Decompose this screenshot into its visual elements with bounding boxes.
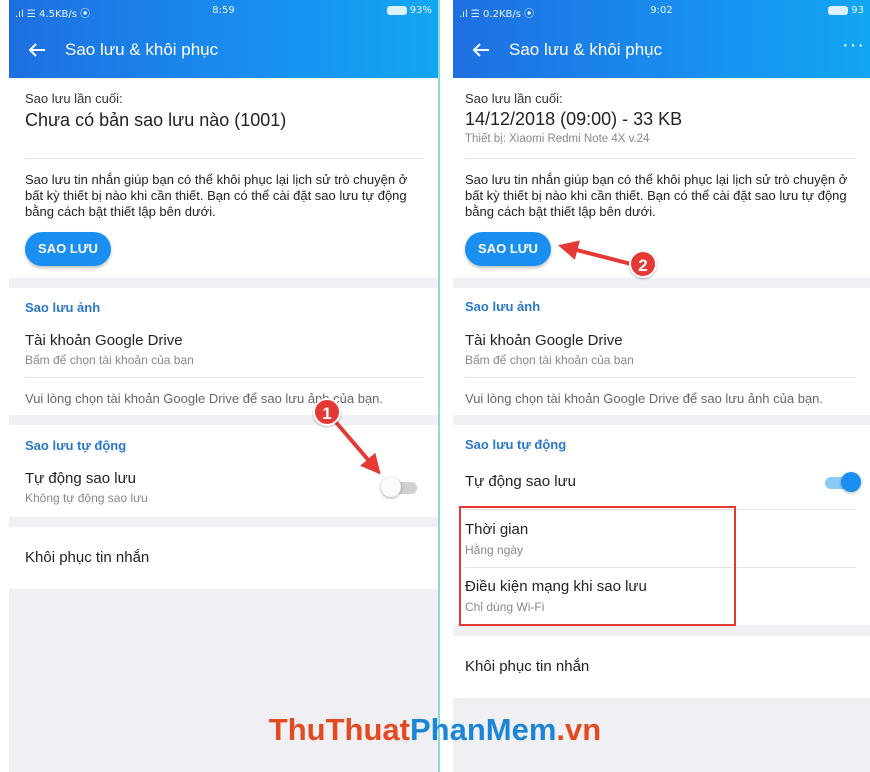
auto-backup-title: Tự động sao lưu: [465, 473, 576, 490]
backup-button[interactable]: SAO LƯU: [25, 232, 111, 266]
battery-status: 93: [828, 5, 864, 16]
battery-icon: [386, 5, 407, 15]
more-options-icon[interactable]: ···: [842, 35, 864, 61]
photo-backup-heading: Sao lưu ảnh: [465, 299, 541, 314]
watermark-part-3: .vn: [556, 712, 602, 747]
restore-messages-row[interactable]: Khôi phục tin nhắn: [453, 636, 870, 698]
gdrive-account-subtitle: Bấm để chọn tài khoản của bạn: [25, 353, 194, 367]
toggle-knob: [841, 472, 861, 492]
app-bar: Sao lưu & khôi phục: [9, 22, 438, 78]
auto-backup-toggle[interactable]: [381, 477, 419, 497]
backup-device: Thiết bị: Xiaomi Redmi Note 4X v.24: [465, 133, 650, 145]
clock: 9:02: [650, 5, 673, 16]
status-bar: .ıl ☰ 4.5KB/s ⦿ 8:59 93%: [9, 0, 438, 22]
phone-screen-right: .ıl ☰ 0.2KB/s ⦿ 9:02 93 Sao lưu & khôi p…: [453, 0, 870, 772]
restore-messages-label: Khôi phục tin nhắn: [25, 549, 150, 566]
step-2-badge: 2: [629, 250, 657, 278]
last-backup-label: Sao lưu lần cuối:: [465, 91, 563, 106]
photo-backup-card: Sao lưu ảnh Tài khoản Google Drive Bấm đ…: [9, 288, 438, 415]
auto-backup-title: Tự động sao lưu: [25, 470, 136, 487]
gdrive-account-subtitle: Bấm để chọn tài khoản của bạn: [465, 353, 634, 367]
toggle-knob: [381, 477, 401, 497]
clock: 8:59: [212, 5, 235, 16]
highlight-box: [459, 506, 736, 626]
gdrive-hint: Vui lòng chọn tài khoản Google Drive để …: [465, 391, 824, 406]
gdrive-account-title: Tài khoản Google Drive: [25, 332, 183, 349]
restore-messages-label: Khôi phục tin nhắn: [465, 658, 590, 675]
page-title: Sao lưu & khôi phục: [65, 40, 219, 59]
last-backup-label: Sao lưu lần cuối:: [25, 91, 123, 106]
photo-backup-card: Sao lưu ảnh Tài khoản Google Drive Bấm đ…: [453, 288, 870, 415]
backup-description: Sao lưu tin nhắn giúp bạn có thể khôi ph…: [25, 172, 408, 219]
auto-backup-card: Sao lưu tự động Tự động sao lưu Không tự…: [9, 425, 438, 517]
step-1-badge: 1: [313, 398, 341, 426]
divider: [25, 158, 424, 159]
auto-backup-toggle[interactable]: [823, 472, 861, 492]
watermark: ThuThuatPhanMem.vn: [0, 712, 870, 748]
battery-status: 93%: [386, 5, 432, 16]
phone-screen-left: .ıl ☰ 4.5KB/s ⦿ 8:59 93% Sao lưu & khôi …: [9, 0, 440, 772]
back-arrow-icon[interactable]: [469, 38, 493, 62]
last-backup-card: Sao lưu lần cuối: Chưa có bản sao lưu nà…: [9, 78, 438, 278]
photo-backup-heading: Sao lưu ảnh: [25, 300, 101, 315]
auto-backup-subtitle: Không tự động sao lưu: [25, 491, 148, 505]
gdrive-account-row[interactable]: Tài khoản Google Drive Bấm để chọn tài k…: [453, 324, 870, 370]
auto-backup-heading: Sao lưu tự động: [465, 437, 567, 452]
back-arrow-icon[interactable]: [25, 38, 49, 62]
gdrive-account-row[interactable]: Tài khoản Google Drive Bấm để chọn tài k…: [9, 324, 438, 370]
watermark-part-2: PhanMem: [409, 712, 557, 747]
divider: [25, 377, 424, 378]
divider: [465, 377, 856, 378]
page-title: Sao lưu & khôi phục: [509, 40, 663, 59]
status-bar: .ıl ☰ 0.2KB/s ⦿ 9:02 93: [453, 0, 870, 22]
backup-description: Sao lưu tin nhắn giúp bạn có thể khôi ph…: [465, 172, 848, 219]
divider: [465, 158, 856, 159]
app-bar: Sao lưu & khôi phục ···: [453, 22, 870, 78]
last-backup-card: Sao lưu lần cuối: 14/12/2018 (09:00) - 3…: [453, 78, 870, 278]
last-backup-value: Chưa có bản sao lưu nào (1001): [25, 110, 287, 130]
backup-button[interactable]: SAO LƯU: [465, 232, 551, 266]
gdrive-account-title: Tài khoản Google Drive: [465, 332, 623, 349]
restore-messages-row[interactable]: Khôi phục tin nhắn: [9, 527, 438, 589]
auto-backup-heading: Sao lưu tự động: [25, 438, 127, 453]
battery-icon: [828, 5, 849, 15]
last-backup-value: 14/12/2018 (09:00) - 33 KB: [465, 109, 683, 129]
watermark-part-1: ThuThuat: [268, 712, 410, 747]
